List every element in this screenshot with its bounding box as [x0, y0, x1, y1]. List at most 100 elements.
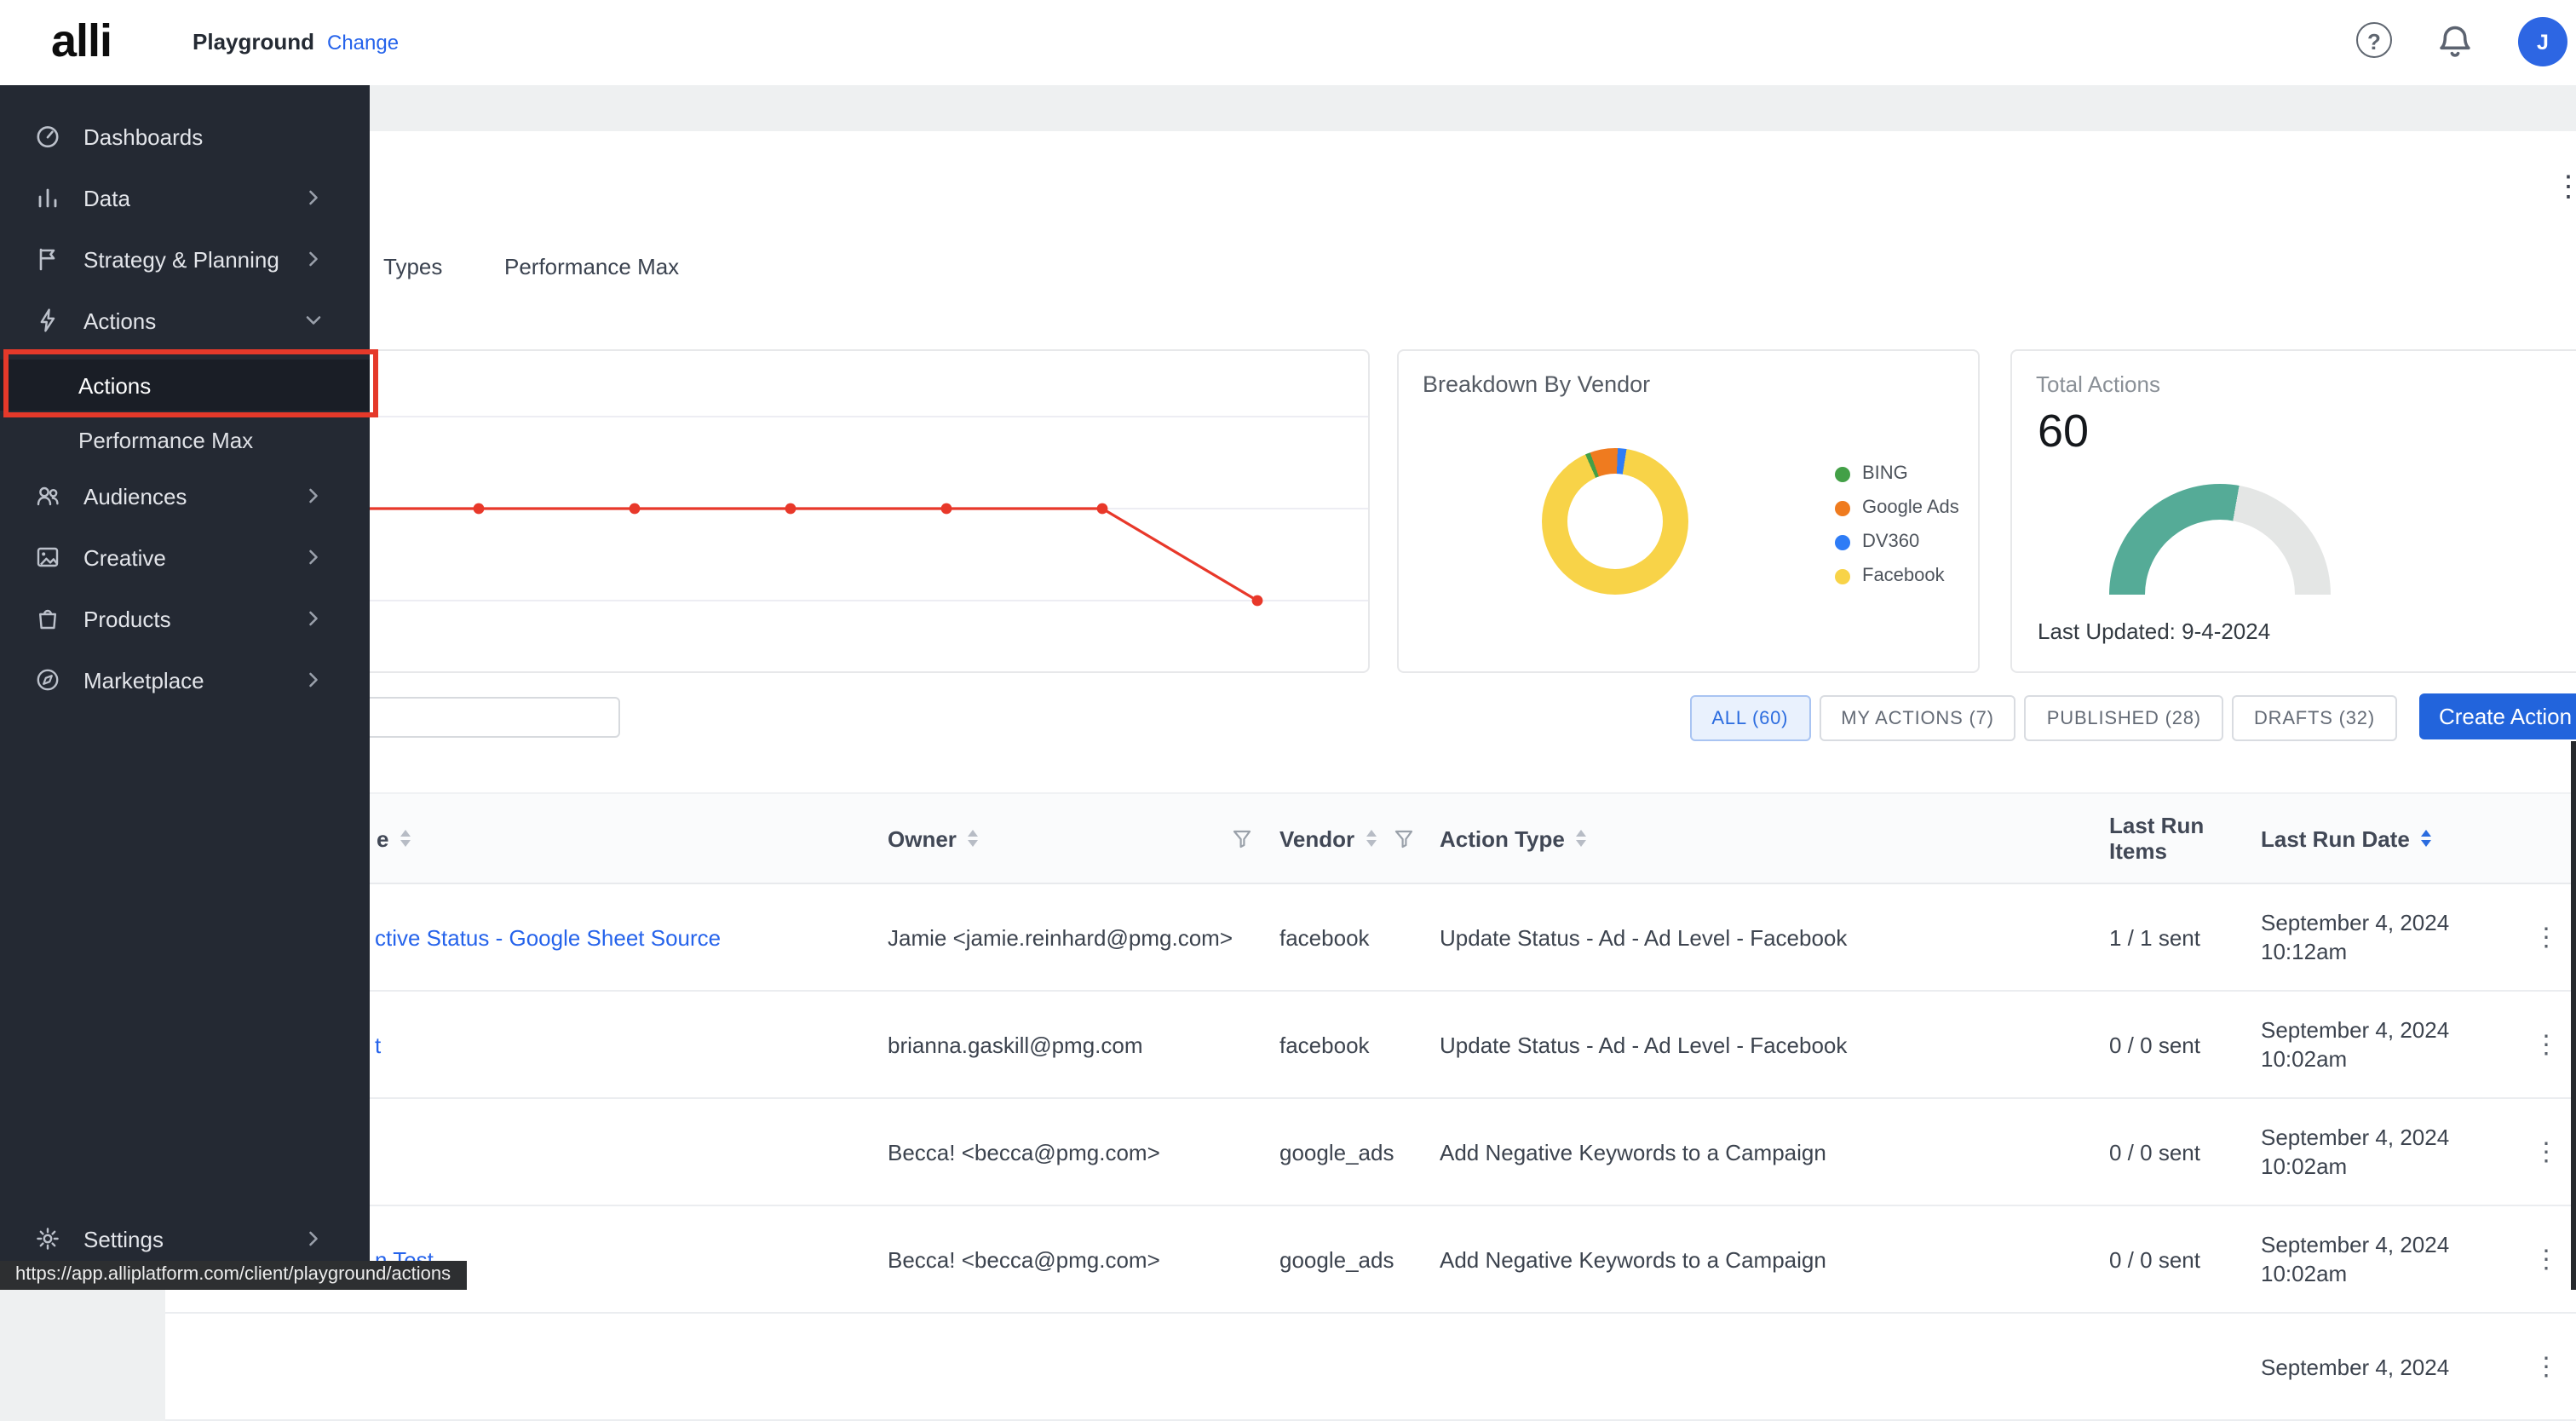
column-header-last-run-items[interactable]: Last RunItems	[2109, 813, 2261, 864]
filter-published[interactable]: PUBLISHED (28)	[2025, 695, 2223, 741]
sidebar-item-strategy-planning[interactable]: Strategy & Planning	[0, 228, 370, 290]
legend-item: DV360	[1835, 525, 1959, 559]
last-run-date-cell: September 4, 202410:02am	[2261, 1123, 2499, 1181]
last-run-date-cell: September 4, 2024	[2261, 1352, 2499, 1381]
sort-icon[interactable]	[969, 830, 979, 847]
table-row[interactable]: n Test Becca! <becca@pmg.com> google_ads…	[165, 1206, 2576, 1314]
total-actions-gauge	[2109, 484, 2331, 595]
column-label: Action Type	[1440, 826, 1565, 851]
last-run-items-cell: 0 / 0 sent	[2109, 1246, 2261, 1272]
sidebar-item-label: Actions	[83, 308, 156, 333]
chevron-right-icon	[302, 484, 348, 508]
notifications-bell-icon[interactable]	[2435, 22, 2475, 63]
speedometer-icon	[34, 123, 61, 150]
column-header-owner[interactable]: Owner	[888, 826, 1279, 851]
legend-item: Facebook	[1835, 559, 1959, 593]
chevron-right-icon	[302, 186, 348, 210]
sidebar-subitem-actions[interactable]: Actions	[0, 360, 370, 411]
bag-icon	[34, 605, 61, 632]
action-type-cell: Update Status - Ad - Ad Level - Facebook	[1440, 1032, 2109, 1057]
people-icon	[34, 482, 61, 509]
sidebar-item-label: Dashboards	[83, 124, 203, 149]
alli-logo[interactable]: alli	[51, 15, 112, 68]
chevron-right-icon	[302, 545, 348, 569]
vertical-scrollbar[interactable]	[2571, 741, 2576, 1290]
legend-label: Google Ads	[1862, 498, 1959, 518]
sidebar-item-data[interactable]: Data	[0, 167, 370, 228]
row-actions-kebab[interactable]: ⋮	[2533, 924, 2559, 950]
page-background: ⋮ Types Performance Max Breakdown By Ven…	[0, 85, 2576, 1290]
sort-icon[interactable]	[1577, 830, 1587, 847]
last-updated-label: Last Updated: 9-4-2024	[2038, 618, 2270, 644]
sort-icon[interactable]	[1366, 830, 1377, 847]
sidebar-item-actions[interactable]: Actions	[0, 290, 370, 351]
main-panel: ⋮ Types Performance Max Breakdown By Ven…	[165, 131, 2576, 1324]
filter-my-actions[interactable]: MY ACTIONS (7)	[1819, 695, 2016, 741]
gear-icon	[34, 1225, 61, 1252]
compass-icon	[34, 666, 61, 693]
table-row[interactable]: t brianna.gaskill@pmg.com facebook Updat…	[165, 992, 2576, 1099]
tab-performance-max[interactable]: Performance Max	[504, 254, 679, 279]
help-icon[interactable]: ?	[2356, 22, 2392, 58]
filter-all[interactable]: ALL (60)	[1689, 695, 1810, 741]
sidebar-item-label: Marketplace	[83, 667, 204, 693]
column-header-action-type[interactable]: Action Type	[1440, 826, 2109, 851]
sidebar-item-dashboards[interactable]: Dashboards	[0, 106, 370, 167]
row-actions-kebab[interactable]: ⋮	[2533, 1246, 2559, 1272]
sidebar-item-label: Settings	[83, 1226, 164, 1251]
workspace-name: Playground	[193, 29, 314, 55]
column-header-vendor[interactable]: Vendor	[1279, 826, 1440, 851]
filter-funnel-icon[interactable]	[1232, 828, 1252, 849]
sidebar-item-marketplace[interactable]: Marketplace	[0, 649, 370, 710]
sidebar-item-creative[interactable]: Creative	[0, 526, 370, 588]
row-actions-kebab[interactable]: ⋮	[2533, 1139, 2559, 1165]
row-actions-kebab[interactable]: ⋮	[2533, 1032, 2559, 1057]
browser-status-url: https://app.alliplatform.com/client/play…	[0, 1261, 466, 1290]
chevron-right-icon	[302, 1227, 348, 1251]
vendor-legend: BING Google Ads DV360 Facebook	[1835, 457, 1959, 593]
filter-drafts[interactable]: DRAFTS (32)	[2232, 695, 2397, 741]
vendor-cell: facebook	[1279, 1032, 1440, 1057]
top-bar: alli Playground Change ? J	[0, 0, 2576, 85]
table-row[interactable]: Becca! <becca@pmg.com> google_ads Add Ne…	[165, 1099, 2576, 1206]
legend-label: BING	[1862, 463, 1908, 484]
lightning-bolt-icon	[34, 307, 61, 334]
action-name-link[interactable]: t	[375, 1032, 381, 1057]
user-avatar[interactable]: J	[2518, 17, 2567, 66]
chevron-right-icon	[302, 247, 348, 271]
legend-item: BING	[1835, 457, 1959, 491]
sidebar-item-label: Creative	[83, 544, 166, 570]
create-action-button[interactable]: Create Action	[2419, 693, 2576, 739]
sidebar-subitem-performance-max[interactable]: Performance Max	[0, 414, 370, 465]
last-run-items-cell: 1 / 1 sent	[2109, 924, 2261, 950]
last-run-date-cell: September 4, 202410:12am	[2261, 908, 2499, 966]
legend-dot-google-ads	[1835, 500, 1850, 515]
filter-funnel-icon[interactable]	[1394, 828, 1414, 849]
owner-cell: Becca! <becca@pmg.com>	[888, 1246, 1279, 1272]
legend-label: DV360	[1862, 532, 1919, 552]
action-name-link[interactable]: ctive Status - Google Sheet Source	[375, 924, 721, 950]
sort-icon[interactable]	[400, 830, 411, 847]
chevron-right-icon	[302, 668, 348, 692]
actions-filter-group: ALL (60) MY ACTIONS (7) PUBLISHED (28) D…	[1689, 695, 2397, 741]
table-row[interactable]: ctive Status - Google Sheet Source Jamie…	[165, 884, 2576, 992]
legend-dot-facebook	[1835, 568, 1850, 584]
sidebar-item-label: Audiences	[83, 483, 187, 509]
column-header-last-run-date[interactable]: Last Run Date	[2261, 826, 2499, 851]
sidebar-item-products[interactable]: Products	[0, 588, 370, 649]
sidebar-item-audiences[interactable]: Audiences	[0, 465, 370, 526]
panel-menu-kebab[interactable]: ⋮	[2554, 172, 2576, 201]
image-icon	[34, 544, 61, 571]
sidebar-subitem-label: Actions	[78, 372, 151, 398]
legend-dot-dv360	[1835, 534, 1850, 549]
owner-cell: Jamie <jamie.reinhard@pmg.com>	[888, 924, 1279, 950]
table-row[interactable]: September 4, 2024 ⋮	[165, 1314, 2576, 1421]
row-actions-kebab[interactable]: ⋮	[2533, 1354, 2559, 1379]
sidebar-subitem-label: Performance Max	[78, 427, 253, 452]
sort-icon-active[interactable]	[2422, 830, 2432, 847]
tab-types-partial[interactable]: Types	[383, 254, 442, 279]
vendor-cell: facebook	[1279, 924, 1440, 950]
change-workspace-link[interactable]: Change	[327, 31, 399, 55]
vendor-donut	[1542, 448, 1688, 595]
bar-chart-icon	[34, 184, 61, 211]
